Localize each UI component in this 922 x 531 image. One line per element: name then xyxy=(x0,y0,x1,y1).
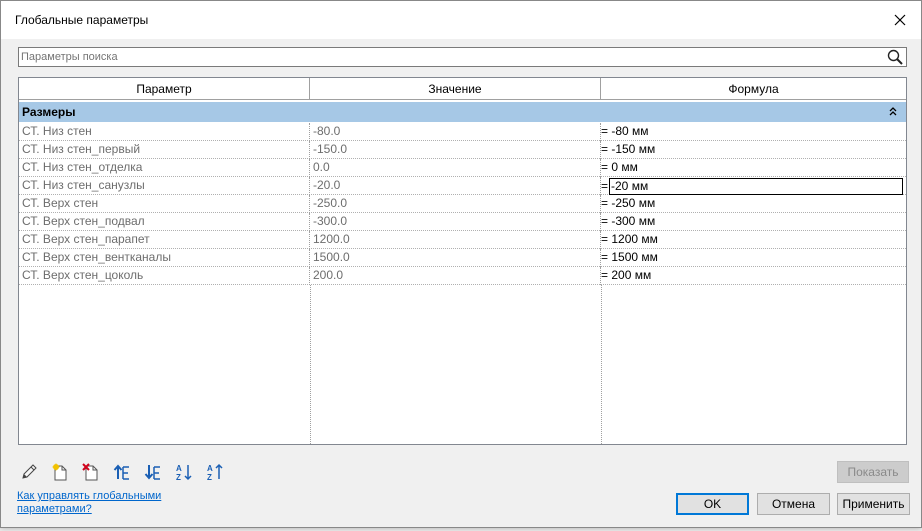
move-down-button[interactable] xyxy=(143,462,163,482)
parameter-formula-cell[interactable]: = 200 мм xyxy=(601,267,906,285)
cancel-button[interactable]: Отмена xyxy=(757,493,830,515)
svg-text:A: A xyxy=(176,464,182,473)
global-parameters-dialog: Глобальные параметры Параметр Значение Ф… xyxy=(0,0,922,528)
column-divider xyxy=(310,285,311,444)
new-parameter-button[interactable] xyxy=(50,462,70,482)
sort-ascending-button[interactable]: A Z xyxy=(174,462,194,482)
column-header-parameter[interactable]: Параметр xyxy=(19,78,310,100)
edit-parameter-button[interactable] xyxy=(19,462,39,482)
formula-equals-sign: = xyxy=(601,178,609,193)
parameter-formula-cell[interactable]: = -150 мм xyxy=(601,141,906,159)
table-row[interactable]: СТ. Низ стен_санузлы -20.0 = -20 мм xyxy=(19,177,906,195)
edit-icon xyxy=(22,464,37,479)
parameter-value-cell[interactable]: -80.0 xyxy=(310,123,601,141)
sort-ascending-icon: A Z xyxy=(176,464,192,481)
delete-parameter-icon xyxy=(82,463,98,481)
parameter-value-cell[interactable]: -150.0 xyxy=(310,141,601,159)
parameter-name-cell[interactable]: СТ. Низ стен_отделка xyxy=(19,159,310,177)
title-bar: Глобальные параметры xyxy=(1,1,921,39)
delete-parameter-button[interactable] xyxy=(81,462,101,482)
parameter-name-cell[interactable]: СТ. Верх стен_цоколь xyxy=(19,267,310,285)
parameter-value-cell[interactable]: -250.0 xyxy=(310,195,601,213)
close-icon xyxy=(894,14,906,26)
move-up-icon xyxy=(113,464,129,480)
move-down-icon xyxy=(144,465,160,480)
parameter-name-cell[interactable]: СТ. Низ стен xyxy=(19,123,310,141)
grid-header: Параметр Значение Формула xyxy=(19,78,906,100)
parameter-name-cell[interactable]: СТ. Верх стен xyxy=(19,195,310,213)
parameter-name-cell[interactable]: СТ. Низ стен_санузлы xyxy=(19,177,310,195)
parameter-formula-cell[interactable]: = 0 мм xyxy=(601,159,906,177)
close-button[interactable] xyxy=(887,7,913,33)
parameter-value-cell[interactable]: 1200.0 xyxy=(310,231,601,249)
parameter-value-cell[interactable]: -20.0 xyxy=(310,177,601,195)
show-button[interactable]: Показать xyxy=(837,461,909,483)
help-link[interactable]: Как управлять глобальными параметрами? xyxy=(17,490,217,516)
parameter-name-cell[interactable]: СТ. Верх стен_подвал xyxy=(19,213,310,231)
move-up-button[interactable] xyxy=(112,462,132,482)
table-row[interactable]: СТ. Верх стен_цоколь 200.0 = 200 мм xyxy=(19,267,906,285)
parameter-name-cell[interactable]: СТ. Низ стен_первый xyxy=(19,141,310,159)
parameter-toolbar: A Z A Z xyxy=(19,462,225,482)
table-row[interactable]: СТ. Низ стен_первый -150.0 = -150 мм xyxy=(19,141,906,159)
table-row[interactable]: СТ. Низ стен -80.0 = -80 мм xyxy=(19,123,906,141)
parameter-value-cell[interactable]: 0.0 xyxy=(310,159,601,177)
table-row[interactable]: СТ. Верх стен_вентканалы 1500.0 = 1500 м… xyxy=(19,249,906,267)
apply-button[interactable]: Применить xyxy=(837,493,910,515)
svg-text:Z: Z xyxy=(207,473,212,481)
column-divider xyxy=(601,285,602,444)
parameter-name-cell[interactable]: СТ. Верх стен_вентканалы xyxy=(19,249,310,267)
ok-button[interactable]: OK xyxy=(676,493,749,515)
column-header-value[interactable]: Значение xyxy=(310,78,601,100)
column-header-formula[interactable]: Формула xyxy=(601,78,906,100)
new-parameter-icon xyxy=(52,463,67,481)
parameter-formula-cell[interactable]: = -300 мм xyxy=(601,213,906,231)
search-input[interactable] xyxy=(21,49,881,65)
search-box[interactable] xyxy=(18,47,907,67)
group-label: Размеры xyxy=(22,105,76,119)
sort-descending-icon: A Z xyxy=(207,463,223,481)
parameter-rows: СТ. Низ стен -80.0 = -80 мм СТ. Низ стен… xyxy=(19,123,906,285)
svg-text:A: A xyxy=(207,464,213,473)
table-row[interactable]: СТ. Верх стен_парапет 1200.0 = 1200 мм xyxy=(19,231,906,249)
parameters-grid[interactable]: Параметр Значение Формула Размеры СТ. Ни… xyxy=(18,77,907,445)
parameter-formula-cell-active[interactable]: = -20 мм xyxy=(601,177,906,195)
parameter-formula-cell[interactable]: = -80 мм xyxy=(601,123,906,141)
formula-edit-field[interactable]: -20 мм xyxy=(609,177,904,195)
parameter-formula-cell[interactable]: = 1500 мм xyxy=(601,249,906,267)
parameter-formula-cell[interactable]: = 1200 мм xyxy=(601,231,906,249)
parameter-formula-cell[interactable]: = -250 мм xyxy=(601,195,906,213)
table-row[interactable]: СТ. Верх стен_подвал -300.0 = -300 мм xyxy=(19,213,906,231)
parameter-name-cell[interactable]: СТ. Верх стен_парапет xyxy=(19,231,310,249)
group-row-dimensions[interactable]: Размеры xyxy=(19,102,906,122)
collapse-icon[interactable] xyxy=(888,106,898,118)
table-row[interactable]: СТ. Низ стен_отделка 0.0 = 0 мм xyxy=(19,159,906,177)
dialog-title: Глобальные параметры xyxy=(15,13,149,27)
sort-descending-button[interactable]: A Z xyxy=(205,462,225,482)
parameter-value-cell[interactable]: 200.0 xyxy=(310,267,601,285)
svg-text:Z: Z xyxy=(176,473,181,481)
table-row[interactable]: СТ. Верх стен -250.0 = -250 мм xyxy=(19,195,906,213)
parameter-value-cell[interactable]: 1500.0 xyxy=(310,249,601,267)
search-icon[interactable] xyxy=(886,48,904,66)
parameter-value-cell[interactable]: -300.0 xyxy=(310,213,601,231)
